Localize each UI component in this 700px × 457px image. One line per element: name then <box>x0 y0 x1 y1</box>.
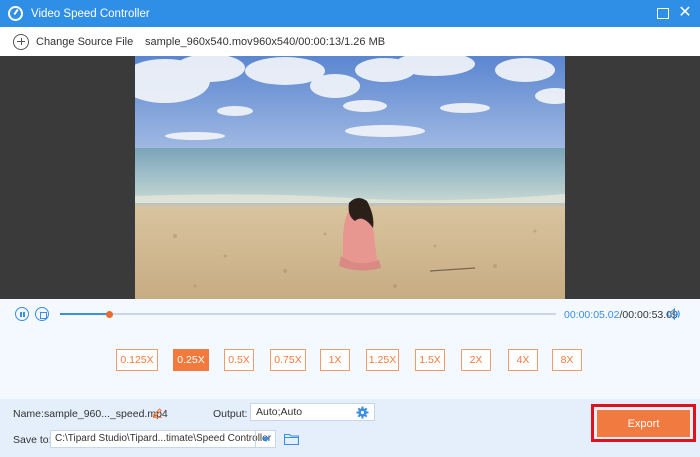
title-bar: Video Speed Controller ✕ <box>0 0 700 27</box>
add-icon <box>13 33 29 50</box>
source-file-info: 960x540/00:00:13/1.26 MB <box>253 35 386 48</box>
speed-option-button[interactable]: 0.25X <box>173 349 209 371</box>
video-preview-area <box>0 56 700 299</box>
window-title: Video Speed Controller <box>31 7 150 20</box>
speed-option-button[interactable]: 2X <box>461 349 491 371</box>
save-to-label: Save to: <box>13 434 52 446</box>
save-path-value: C:\Tipard Studio\Tipard...timate\Speed C… <box>55 433 272 444</box>
volume-icon[interactable] <box>667 308 681 320</box>
output-format-value: Auto;Auto <box>256 406 303 418</box>
progress-fill <box>60 313 110 315</box>
speed-options: 0.125X 0.25X 0.5X 0.75X 1X 1.25X 1.5X 2X 4X 8X <box>0 329 700 399</box>
speed-option-button[interactable]: 1.5X <box>415 349 445 371</box>
edit-icon[interactable] <box>152 407 163 418</box>
output-filename: sample_960..._speed.mp4 <box>44 408 168 420</box>
source-filename: sample_960x540.mov <box>145 35 253 48</box>
time-readout: 00:00:05.02/00:00:53.09 <box>564 309 678 321</box>
speed-option-button[interactable]: 0.75X <box>270 349 306 371</box>
close-button[interactable]: ✕ <box>678 5 692 21</box>
speed-option-button[interactable]: 0.5X <box>224 349 254 371</box>
change-source-label: Change Source File <box>36 35 134 48</box>
speed-option-button[interactable]: 4X <box>508 349 538 371</box>
speed-option-button[interactable]: 1X <box>320 349 350 371</box>
output-label: Output: <box>213 408 248 420</box>
output-format-field[interactable]: Auto;Auto <box>250 403 375 421</box>
folder-icon[interactable] <box>284 433 299 445</box>
speed-option-button[interactable]: 0.125X <box>116 349 158 371</box>
chevron-down-icon[interactable] <box>255 431 275 447</box>
speed-option-button[interactable]: 8X <box>552 349 582 371</box>
current-time: 00:00:05.02 <box>564 309 620 321</box>
speed-option-button[interactable]: 1.25X <box>366 349 399 371</box>
export-button[interactable]: Export <box>597 410 690 437</box>
stop-button[interactable] <box>35 307 49 321</box>
save-path-field[interactable]: C:\Tipard Studio\Tipard...timate\Speed C… <box>50 430 276 448</box>
gear-icon[interactable] <box>356 406 369 419</box>
progress-handle[interactable] <box>106 310 114 318</box>
maximize-button[interactable] <box>656 6 670 20</box>
video-frame <box>135 56 565 299</box>
progress-slider[interactable] <box>60 310 556 318</box>
app-logo-icon <box>8 6 23 21</box>
pause-button[interactable] <box>15 307 29 321</box>
toolbar: Change Source File sample_960x540.mov 96… <box>0 27 700 56</box>
beach-scene-image <box>135 56 565 299</box>
name-label: Name: <box>13 408 44 420</box>
change-source-button[interactable]: Change Source File <box>13 33 134 50</box>
